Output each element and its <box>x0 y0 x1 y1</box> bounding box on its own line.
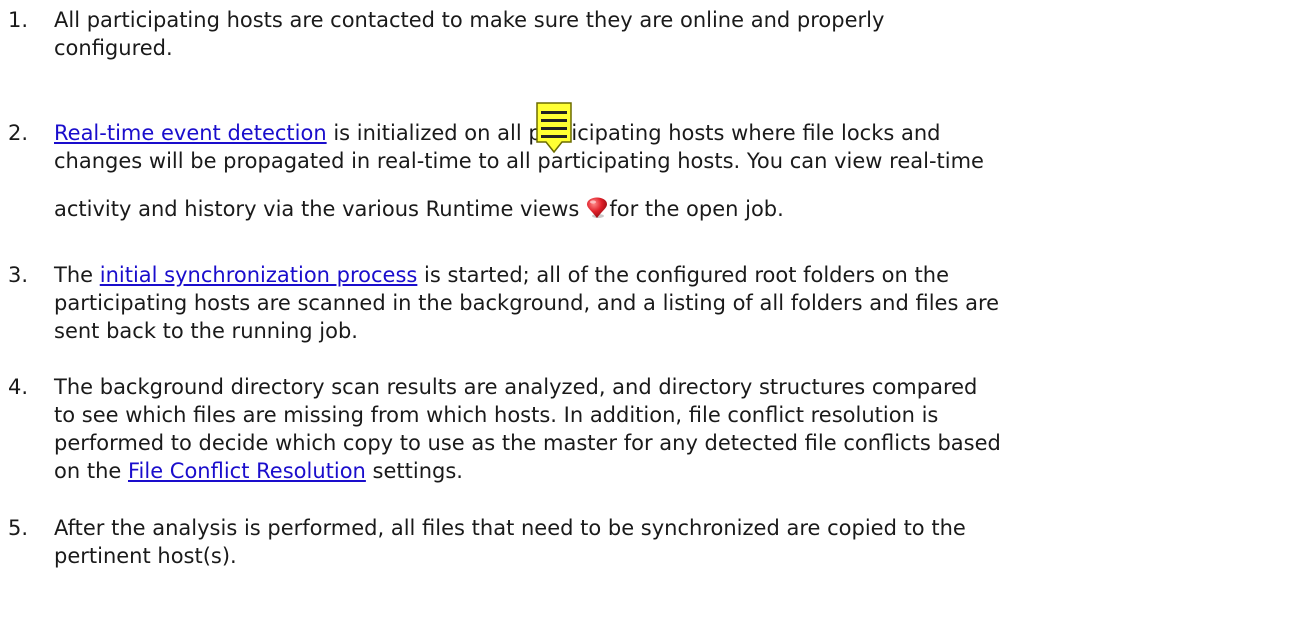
map-pin-icon <box>587 197 608 218</box>
list-number: 1. <box>8 8 29 32</box>
text-line: to see which files are missing from whic… <box>54 403 939 427</box>
list-number: 2. <box>8 121 29 145</box>
text-fragment: is initialized on all participating host… <box>326 121 941 145</box>
list-item: 4. The background directory scan results… <box>0 373 1180 485</box>
text-line: The background directory scan results ar… <box>54 375 978 399</box>
sticky-note-icon[interactable] <box>536 102 572 158</box>
text-line: changes will be propagated in real-time … <box>54 149 984 173</box>
list-number: 5. <box>8 516 29 540</box>
text-fragment: activity and history via the various Run… <box>54 197 580 221</box>
list-item: 3. The initial synchronization process i… <box>0 261 1180 345</box>
list-item: 2. Real-time event detection is initiali… <box>0 119 1180 223</box>
realtime-event-detection-link[interactable]: Real-time event detection <box>54 121 327 145</box>
list-item: 5. After the analysis is performed, all … <box>0 514 1180 570</box>
text-line: on the File Conflict Resolution settings… <box>54 457 1180 485</box>
list-item-text: The background directory scan results ar… <box>54 373 1180 485</box>
text-line: Real-time event detection is initialized… <box>54 119 1180 147</box>
text-line: After the analysis is performed, all fil… <box>54 516 966 540</box>
text-fragment: for the open job. <box>609 197 784 221</box>
text-fragment: The <box>54 263 100 287</box>
document-body: 1. All participating hosts are contacted… <box>0 0 1296 638</box>
initial-synchronization-link[interactable]: initial synchronization process <box>100 263 418 287</box>
file-conflict-resolution-link[interactable]: File Conflict Resolution <box>128 459 366 483</box>
text-line: activity and history via the various Run… <box>54 195 1180 223</box>
list-item-text: All participating hosts are contacted to… <box>54 6 1180 62</box>
list-item: 1. All participating hosts are contacted… <box>0 6 1180 62</box>
list-item-text: After the analysis is performed, all fil… <box>54 514 1180 570</box>
text-line: participating hosts are scanned in the b… <box>54 291 1000 315</box>
text-line: All participating hosts are contacted to… <box>54 8 885 32</box>
list-number: 4. <box>8 375 29 399</box>
text-line: pertinent host(s). <box>54 544 237 568</box>
text-line: configured. <box>54 36 173 60</box>
list-number: 3. <box>8 263 29 287</box>
text-fragment: on the <box>54 459 128 483</box>
text-line: sent back to the running job. <box>54 319 358 343</box>
text-fragment: is started; all of the configured root f… <box>417 263 949 287</box>
list-item-text: Real-time event detection is initialized… <box>54 119 1180 223</box>
text-line: The initial synchronization process is s… <box>54 261 1180 289</box>
text-fragment: settings. <box>365 459 463 483</box>
list-item-text: The initial synchronization process is s… <box>54 261 1180 345</box>
text-line: performed to decide which copy to use as… <box>54 431 1001 455</box>
